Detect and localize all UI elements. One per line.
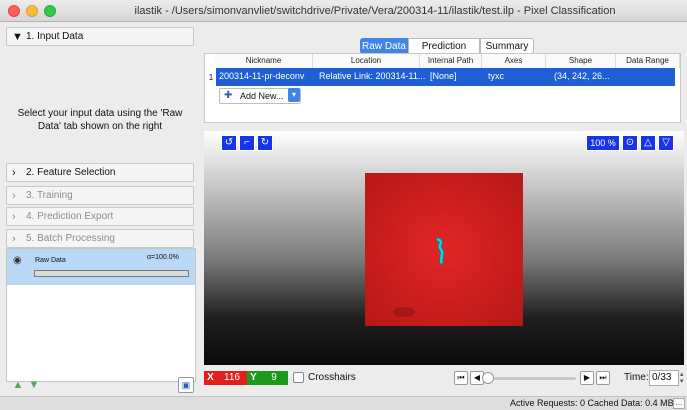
first-frame-icon[interactable]: ⏮ — [454, 371, 468, 385]
move-layer-up-icon[interactable]: ▲ — [11, 379, 25, 393]
layer-row-raw-data[interactable]: ◉ Raw Data α=100.0% — [7, 249, 195, 285]
input-help-text: Select your input data using the 'Raw Da… — [17, 108, 183, 132]
applet-label: 2. Feature Selection — [26, 167, 116, 178]
layer-options-button[interactable]: ▣ — [178, 377, 194, 393]
applet-batch-processing[interactable]: › 5. Batch Processing — [6, 229, 194, 248]
camera-icon[interactable]: ⊙ — [622, 135, 638, 151]
window-title: ilastik - /Users/simonvanvliet/switchdri… — [134, 5, 616, 17]
status-menu-button[interactable]: … — [673, 398, 685, 409]
dataset-table: Nickname Location Internal Path Axes Sha… — [204, 53, 681, 123]
cell-nickname: 200314-11-pr-deconv — [219, 71, 305, 81]
status-text: Active Requests: 0 Cached Data: 0.4 MB — [510, 398, 674, 408]
column-header[interactable]: Internal Path — [420, 54, 482, 68]
debris-spot — [393, 307, 415, 317]
chevron-right-icon: › — [12, 190, 16, 202]
crosshairs-label: Crosshairs — [308, 372, 356, 383]
time-slider-handle[interactable] — [482, 372, 494, 384]
column-header[interactable]: Data Range — [616, 54, 680, 68]
rotate-right-icon[interactable]: ↻ — [257, 135, 273, 151]
triangle-down-icon[interactable]: ▽ — [658, 135, 674, 151]
layer-opacity-slider[interactable] — [34, 270, 189, 277]
maximize-window-button[interactable] — [44, 5, 56, 17]
last-frame-icon[interactable]: ⏭ — [596, 371, 610, 385]
applet-input-data[interactable]: ▼ 1. Input Data — [6, 27, 194, 46]
status-bar: Active Requests: 0 Cached Data: 0.4 MB … — [0, 396, 687, 410]
layer-name: Raw Data — [35, 257, 66, 264]
tab-raw-data[interactable]: Raw Data — [360, 38, 408, 54]
dataset-panel: Raw Data Prediction Mask Summary Nicknam… — [204, 38, 684, 128]
y-coord-value[interactable]: 9 — [260, 371, 288, 385]
crosshairs-checkbox[interactable] — [293, 372, 304, 383]
swap-axes-icon[interactable]: ⌐ — [239, 135, 255, 151]
cell-object — [435, 237, 445, 265]
add-new-label: Add New... — [240, 91, 284, 101]
add-new-dropdown[interactable]: ▾ — [288, 88, 300, 102]
cell-axes: tyxc — [488, 71, 505, 81]
applet-drawer: ▼ 1. Input Data Select your input data u… — [0, 23, 200, 410]
row-number: 1 — [206, 69, 216, 86]
y-coord-label: Y — [247, 371, 260, 385]
time-spinbox[interactable]: 0/33 — [649, 370, 679, 386]
applet-label: 1. Input Data — [26, 31, 84, 42]
chevron-right-icon: › — [12, 211, 16, 223]
applet-label: 5. Batch Processing — [26, 233, 115, 244]
table-row[interactable]: 200314-11-pr-deconv Relative Link: 20031… — [216, 68, 675, 86]
column-header[interactable]: Nickname — [215, 54, 313, 68]
add-icon: ✚ — [224, 90, 233, 101]
applet-training[interactable]: › 3. Training — [6, 186, 194, 205]
chevron-right-icon: › — [12, 167, 16, 179]
tab-summary[interactable]: Summary — [480, 38, 534, 54]
time-slider[interactable] — [486, 377, 576, 380]
column-header[interactable]: Axes — [482, 54, 546, 68]
x-coord-value[interactable]: 116 — [217, 371, 247, 385]
column-header[interactable]: Shape — [546, 54, 616, 68]
column-header[interactable]: Location — [313, 54, 420, 68]
close-window-button[interactable] — [8, 5, 20, 17]
applet-label: 4. Prediction Export — [26, 211, 114, 222]
layer-list: ◉ Raw Data α=100.0% — [6, 248, 196, 382]
cell-shape: (34, 242, 26... — [554, 71, 610, 81]
tab-prediction-mask[interactable]: Prediction Mask — [408, 38, 480, 67]
zoom-level[interactable]: 100 % — [586, 135, 620, 151]
minimize-window-button[interactable] — [26, 5, 38, 17]
x-coord-label: X — [204, 371, 217, 385]
move-layer-down-icon[interactable]: ▼ — [27, 379, 41, 393]
spin-arrows-icon[interactable]: ▴ ▾ — [680, 371, 685, 385]
cell-location: Relative Link: 200314-11... — [319, 71, 426, 81]
chevron-down-icon: ▼ — [12, 31, 23, 43]
layer-opacity: α=100.0% — [147, 254, 179, 261]
applet-label: 3. Training — [26, 190, 73, 201]
eye-icon[interactable]: ◉ — [13, 255, 22, 266]
image-viewer[interactable]: ↺ ⌐ ↻ 100 % ⊙ △ ▽ — [204, 131, 684, 365]
title-bar: ilastik - /Users/simonvanvliet/switchdri… — [0, 0, 687, 22]
chevron-right-icon: › — [12, 233, 16, 245]
time-label: Time: — [624, 372, 649, 383]
viewer-toolbar: X 116 Y 9 Crosshairs ⏮ ◀ ▶ ⏭ Time: 0/33 … — [204, 368, 684, 390]
triangle-up-icon[interactable]: △ — [640, 135, 656, 151]
rotate-left-icon[interactable]: ↺ — [221, 135, 237, 151]
cell-internal-path: [None] — [430, 71, 457, 81]
raw-data-image — [365, 173, 523, 326]
next-frame-icon[interactable]: ▶ — [580, 371, 594, 385]
applet-feature-selection[interactable]: › 2. Feature Selection — [6, 163, 194, 182]
applet-prediction-export[interactable]: › 4. Prediction Export — [6, 207, 194, 226]
